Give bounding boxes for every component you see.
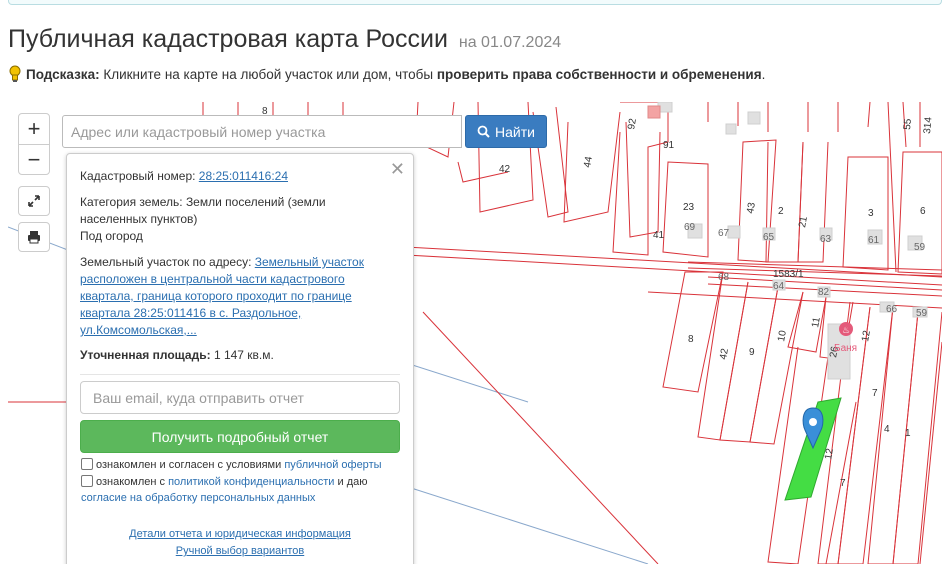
privacy-consent: ознакомлен с политикой конфиденциальност… [81, 474, 368, 506]
svg-text:7: 7 [872, 388, 878, 399]
offer-consent: ознакомлен и согласен с условиями публич… [81, 457, 382, 473]
search-icon [477, 125, 490, 138]
svg-text:66: 66 [886, 304, 898, 315]
offer-checkbox[interactable] [81, 458, 93, 470]
address-link-1[interactable]: Земельный участок [255, 255, 364, 269]
category-row: Категория земель: Земли поселений (земли… [80, 194, 399, 245]
svg-text:12: 12 [860, 329, 873, 342]
svg-text:44: 44 [582, 155, 595, 168]
svg-text:1583/1: 1583/1 [773, 269, 804, 280]
address-link-4[interactable]: квартала 28:25:011416 в с. Раздольное, [80, 306, 301, 320]
get-report-button[interactable]: Получить подробный отчет [80, 420, 400, 453]
svg-text:6: 6 [920, 206, 926, 217]
cadastral-label: Кадастровый номер: [80, 169, 196, 183]
privacy-policy-link[interactable]: политикой конфиденциальности [168, 476, 334, 488]
svg-text:69: 69 [684, 222, 696, 233]
svg-text:4: 4 [884, 424, 890, 435]
svg-text:9: 9 [749, 347, 755, 358]
print-button[interactable] [18, 222, 50, 252]
data-processing-link[interactable]: согласие на обработку персональных данны… [81, 492, 315, 504]
svg-text:1: 1 [905, 428, 911, 439]
email-field[interactable] [80, 381, 400, 414]
fullscreen-button[interactable] [18, 186, 50, 216]
search-input[interactable] [62, 115, 462, 148]
svg-text:♨: ♨ [842, 325, 850, 335]
hint-label: Подсказка: [26, 66, 100, 82]
svg-text:67: 67 [718, 228, 730, 239]
hint-bold: проверить права собственности и обремене… [436, 66, 762, 82]
manual-selection-link[interactable]: Ручной выбор вариантов [176, 545, 304, 557]
address-link-3[interactable]: квартала, граница которого проходит по г… [80, 289, 352, 303]
svg-text:68: 68 [718, 272, 730, 283]
zoom-control: + − [18, 113, 50, 175]
address-label: Земельный участок по адресу: [80, 255, 252, 269]
offer-consent-text: ознакомлен и согласен с условиями [96, 459, 282, 471]
svg-text:42: 42 [499, 164, 511, 175]
svg-text:41: 41 [653, 230, 665, 241]
svg-text:2: 2 [778, 206, 784, 217]
svg-text:82: 82 [818, 287, 830, 298]
page-title-date: на 01.07.2024 [458, 34, 562, 51]
hint-line: Подсказка: Кликните на карте на любой уч… [8, 65, 765, 83]
poi-label: Баня [834, 343, 857, 354]
privacy-consent-text: ознакомлен с [96, 476, 166, 488]
privacy-consent-mid: и даю [337, 476, 368, 488]
category-label: Категория земель: [80, 195, 183, 209]
expand-icon [28, 195, 40, 207]
details-link[interactable]: Детали отчета и юридическая информация [129, 528, 351, 540]
lightbulb-icon [9, 65, 21, 82]
svg-text:65: 65 [763, 232, 775, 243]
manual-links: Ручной выбор вариантов [67, 545, 413, 557]
address-link-2[interactable]: расположен в центральной части кадастров… [80, 272, 345, 286]
svg-text:23: 23 [683, 202, 695, 213]
svg-text:91: 91 [663, 140, 675, 151]
svg-text:64: 64 [773, 281, 785, 292]
page-title-text: Публичная кадастровая карта России [8, 25, 448, 53]
svg-text:92: 92 [626, 117, 639, 130]
popup-divider [80, 374, 400, 375]
category-value-2: населенных пунктов) [80, 212, 198, 226]
address-row: Земельный участок по адресу: Земельный у… [80, 254, 399, 339]
details-links: Детали отчета и юридическая информация [67, 528, 413, 540]
usage-value: Под огород [80, 229, 143, 243]
svg-text:3: 3 [868, 208, 874, 219]
svg-text:11: 11 [810, 316, 823, 329]
zoom-out-button[interactable]: − [19, 144, 49, 174]
svg-text:63: 63 [820, 234, 832, 245]
area-row: Уточненная площадь: 1 147 кв.м. [80, 347, 399, 364]
page-title: Публичная кадастровая карта России на 01… [8, 25, 561, 54]
svg-text:59: 59 [916, 308, 928, 319]
area-value: 1 147 кв.м. [213, 348, 274, 362]
close-icon[interactable]: ✕ [390, 159, 405, 180]
area-label: Уточненная площадь: [80, 348, 211, 362]
svg-text:21: 21 [797, 215, 810, 228]
svg-text:10: 10 [776, 329, 789, 342]
cadastral-row: Кадастровый номер: 28:25:011416:24 [80, 168, 399, 185]
privacy-checkbox[interactable] [81, 475, 93, 487]
zoom-in-button[interactable]: + [19, 114, 49, 144]
search-button[interactable]: Найти [465, 115, 547, 148]
svg-text:42: 42 [718, 347, 731, 360]
address-link-5[interactable]: ул.Комсомольская,... [80, 323, 197, 337]
top-banner-strip [8, 0, 942, 5]
category-value-1: Земли поселений (земли [185, 195, 326, 209]
printer-icon [28, 231, 40, 244]
svg-text:43: 43 [745, 201, 758, 214]
hint-end: . [761, 66, 766, 82]
parcel-info-popup: ✕ Кадастровый номер: 28:25:011416:24 Кат… [66, 153, 414, 564]
cadastral-number-link[interactable]: 28:25:011416:24 [199, 169, 288, 183]
svg-text:314: 314 [922, 116, 934, 134]
public-offer-link[interactable]: публичной оферты [284, 459, 381, 471]
svg-text:7: 7 [840, 478, 846, 489]
svg-text:55: 55 [902, 118, 914, 130]
svg-text:59: 59 [914, 242, 926, 253]
svg-text:61: 61 [868, 235, 880, 246]
svg-text:12: 12 [823, 447, 836, 460]
search-button-label: Найти [495, 123, 535, 140]
hint-text: Кликните на карте на любой участок или д… [103, 66, 434, 82]
svg-text:8: 8 [688, 334, 694, 345]
